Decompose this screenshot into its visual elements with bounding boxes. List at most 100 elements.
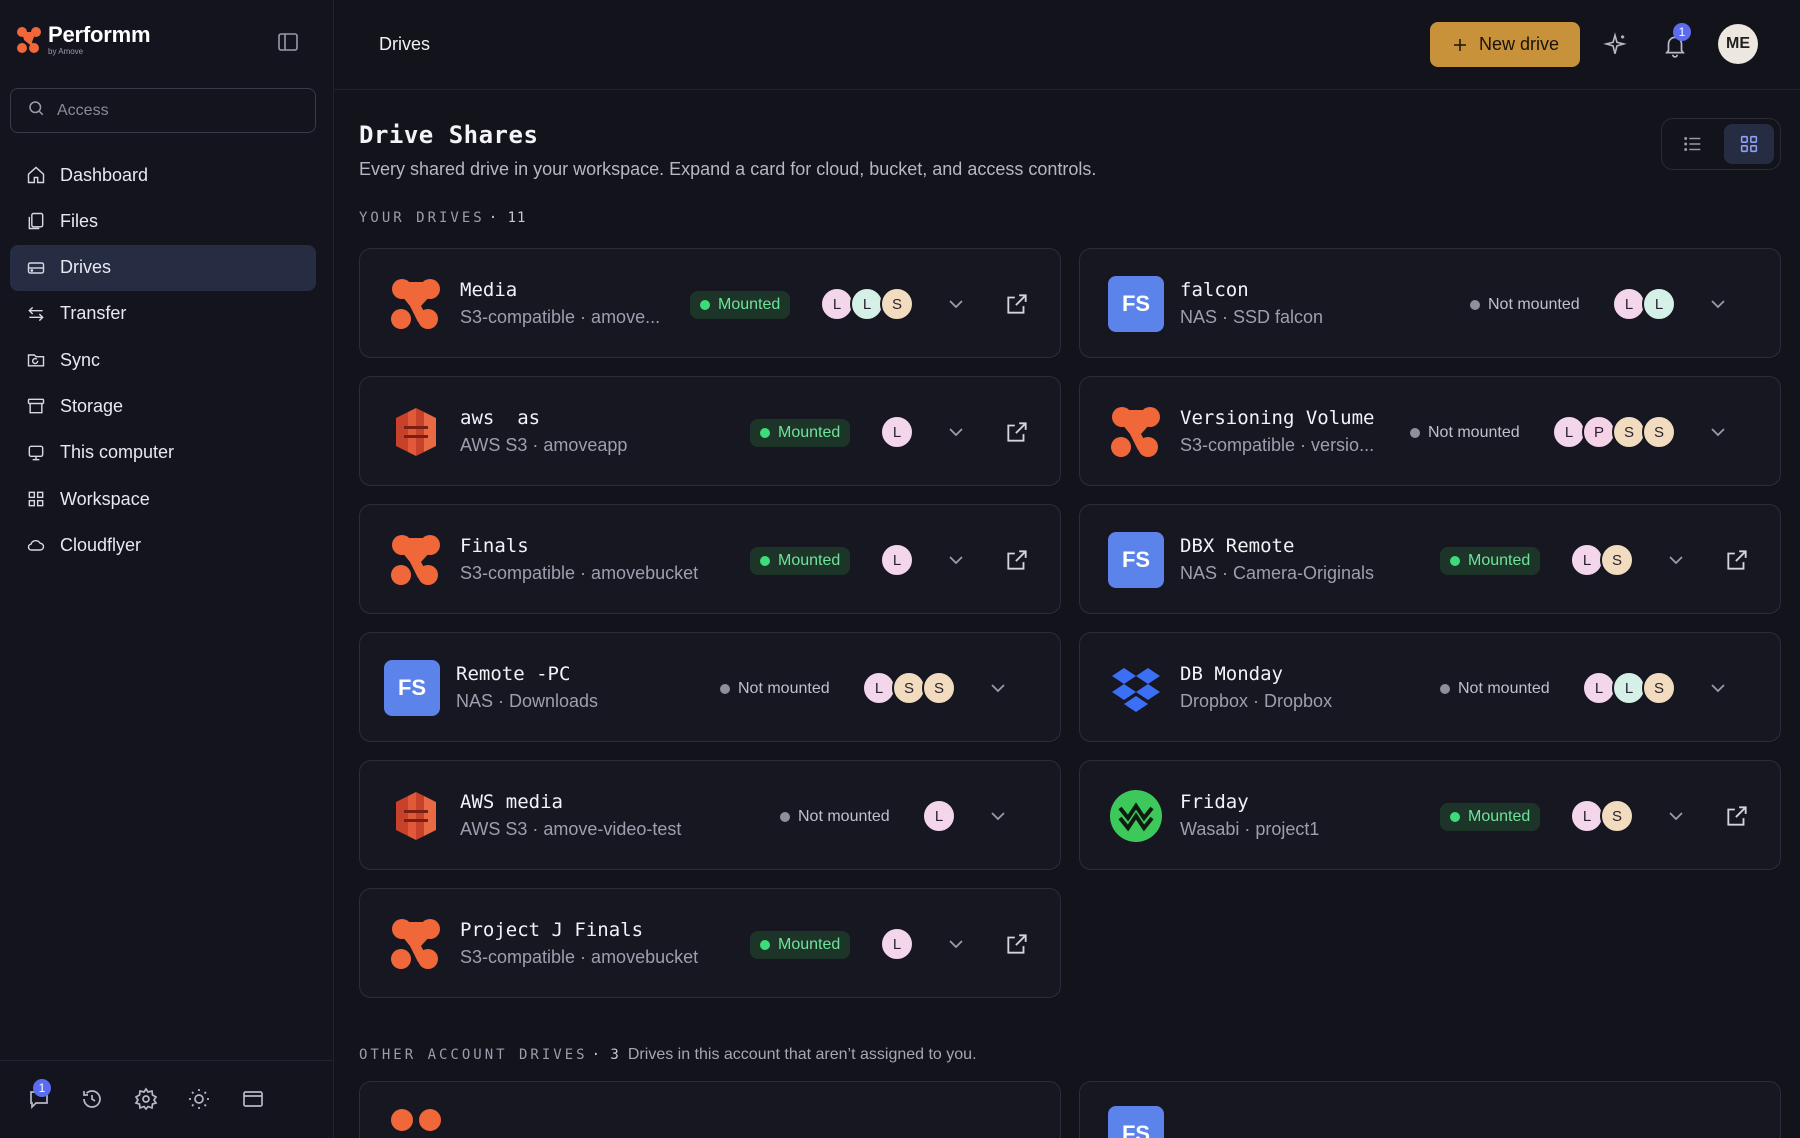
sidebar-item-sync[interactable]: Sync <box>10 337 316 383</box>
member-avatars[interactable]: L <box>880 927 914 961</box>
sidebar-item-this-computer[interactable]: This computer <box>10 430 316 476</box>
avatar: S <box>892 671 926 705</box>
drive-card[interactable]: FS <box>1079 1081 1781 1138</box>
list-icon <box>1684 137 1701 151</box>
list-view-button[interactable] <box>1668 124 1718 164</box>
avatar: L <box>850 287 884 321</box>
status-dot <box>700 300 710 310</box>
chevron-down-icon[interactable] <box>944 420 968 444</box>
view-toggle <box>1661 118 1781 170</box>
sidebar-item-cloudflyer[interactable]: Cloudflyer <box>10 522 316 568</box>
member-avatars[interactable]: L <box>880 543 914 577</box>
drive-card[interactable]: Friday Wasabi · project1 Mounted L S <box>1079 760 1781 870</box>
sidebar-item-label: Cloudflyer <box>60 534 142 555</box>
settings-button[interactable] <box>134 1087 158 1111</box>
grid-icon <box>1740 135 1758 153</box>
chevron-down-icon[interactable] <box>944 548 968 572</box>
external-link-icon[interactable] <box>1724 803 1750 829</box>
drive-card[interactable]: AWS media AWS S3 · amove-video-test Not mo… <box>359 760 1061 870</box>
search-input[interactable] <box>57 101 297 120</box>
brand[interactable]: Performm by Amove <box>16 24 151 56</box>
drive-card[interactable]: FS Remote -PC NAS · Downloads Not mounted L S… <box>359 632 1061 742</box>
plus-icon <box>1453 38 1466 51</box>
chevron-down-icon[interactable] <box>986 676 1010 700</box>
member-avatars[interactable]: LS <box>1570 543 1634 577</box>
chat-badge: 1 <box>33 1079 51 1097</box>
drive-meta: AWS S3 · amove-video-test <box>460 819 682 839</box>
history-button[interactable] <box>80 1087 104 1111</box>
new-drive-button[interactable]: New drive <box>1430 22 1580 67</box>
drive-card[interactable]: DB Monday Dropbox · Dropbox Not mounted L L S <box>1079 632 1781 742</box>
chevron-down-icon[interactable] <box>986 804 1010 828</box>
avatar: L <box>1612 287 1646 321</box>
member-avatars[interactable]: LSS <box>862 671 956 705</box>
sidebar-item-label: Transfer <box>60 303 127 324</box>
new-drive-label: New drive <box>1478 34 1560 54</box>
drive-card[interactable]: aws as AWS S3 · amoveapp Mounted L <box>359 376 1061 486</box>
sparkle-button[interactable] <box>1602 32 1628 58</box>
chevron-down-icon[interactable] <box>1664 548 1688 572</box>
member-avatars[interactable]: LLS <box>1582 671 1676 705</box>
window-button[interactable] <box>241 1087 265 1111</box>
drive-card[interactable]: FS DBX Remote NAS · Camera-Originals Mounte… <box>1079 504 1781 614</box>
sidebar-item-files[interactable]: Files <box>10 198 316 244</box>
drive-card[interactable]: FS falcon NAS · SSD falcon Not mounted L L <box>1079 248 1781 358</box>
drive-card[interactable]: Project J Finals S3-compatible · amovebuc… <box>359 888 1061 998</box>
external-link-icon[interactable] <box>1004 419 1030 445</box>
member-avatars[interactable]: L <box>922 799 956 833</box>
external-link-icon[interactable] <box>1724 547 1750 573</box>
avatar: L <box>880 415 914 449</box>
theme-toggle-button[interactable] <box>187 1087 211 1111</box>
search-icon <box>27 99 45 122</box>
member-avatars[interactable]: LL <box>1612 287 1676 321</box>
chevron-down-icon[interactable] <box>1664 804 1688 828</box>
sidebar-item-transfer[interactable]: Transfer <box>10 291 316 337</box>
mount-status-badge: Not mounted <box>1470 291 1590 319</box>
status-dot <box>1410 428 1420 438</box>
chevron-down-icon[interactable] <box>944 292 968 316</box>
drive-meta: S3-compatible · amovebucket <box>460 947 699 967</box>
member-avatars[interactable]: LLS <box>820 287 914 321</box>
member-avatars[interactable]: L <box>880 415 914 449</box>
notifications-button[interactable]: 1 <box>1662 23 1691 58</box>
avatar: L <box>1642 287 1676 321</box>
drive-meta: NAS · Downloads <box>456 691 599 711</box>
chevron-down-icon[interactable] <box>1706 292 1730 316</box>
external-link-icon[interactable] <box>1004 291 1030 317</box>
member-avatars[interactable]: LS <box>1570 799 1634 833</box>
sidebar-search[interactable] <box>10 88 316 133</box>
drive-name: aws as <box>460 407 541 429</box>
status-dot <box>760 940 770 950</box>
sidebar-item-dashboard[interactable]: Dashboard <box>10 152 316 198</box>
external-link-icon[interactable] <box>1004 931 1030 957</box>
home-icon <box>27 166 45 184</box>
sidebar-item-storage[interactable]: Storage <box>10 383 316 429</box>
drive-card[interactable]: Finals S3-compatible · amovebucket Mounted… <box>359 504 1061 614</box>
status-dot <box>760 428 770 438</box>
chevron-down-icon[interactable] <box>1706 420 1730 444</box>
external-link-icon[interactable] <box>1004 547 1030 573</box>
drive-card[interactable] <box>359 1081 1061 1138</box>
chevron-down-icon[interactable] <box>1706 676 1730 700</box>
member-avatars[interactable]: LPSS <box>1552 415 1676 449</box>
avatar: L <box>1570 543 1604 577</box>
status-dot <box>1440 684 1450 694</box>
topbar: Drives New drive 1 ME <box>334 0 1800 90</box>
drive-meta: S3-compatible · amovebucket <box>460 563 699 583</box>
sidebar-item-drives[interactable]: Drives <box>10 244 316 291</box>
grid-view-button[interactable] <box>1724 124 1774 164</box>
fs-logo-icon: FS <box>1108 1106 1164 1138</box>
status-label: Not mounted <box>1488 296 1580 313</box>
drive-card[interactable]: Media S3-compatible · amove... Mounted L L S <box>359 248 1061 358</box>
sidebar-toggle-icon[interactable] <box>276 30 300 54</box>
avatar: L <box>922 799 956 833</box>
avatar: L <box>880 927 914 961</box>
user-avatar[interactable]: ME <box>1718 24 1758 64</box>
chat-button[interactable]: 1 <box>27 1079 51 1111</box>
chevron-down-icon[interactable] <box>944 932 968 956</box>
drive-card[interactable]: Versioning Volume S3-compatible · versio.… <box>1079 376 1781 486</box>
drive-name: falcon <box>1180 279 1249 301</box>
dropbox-logo-icon <box>1108 660 1164 716</box>
drive-name: Project J Finals <box>460 919 644 941</box>
sidebar-item-workspace[interactable]: Workspace <box>10 476 316 522</box>
